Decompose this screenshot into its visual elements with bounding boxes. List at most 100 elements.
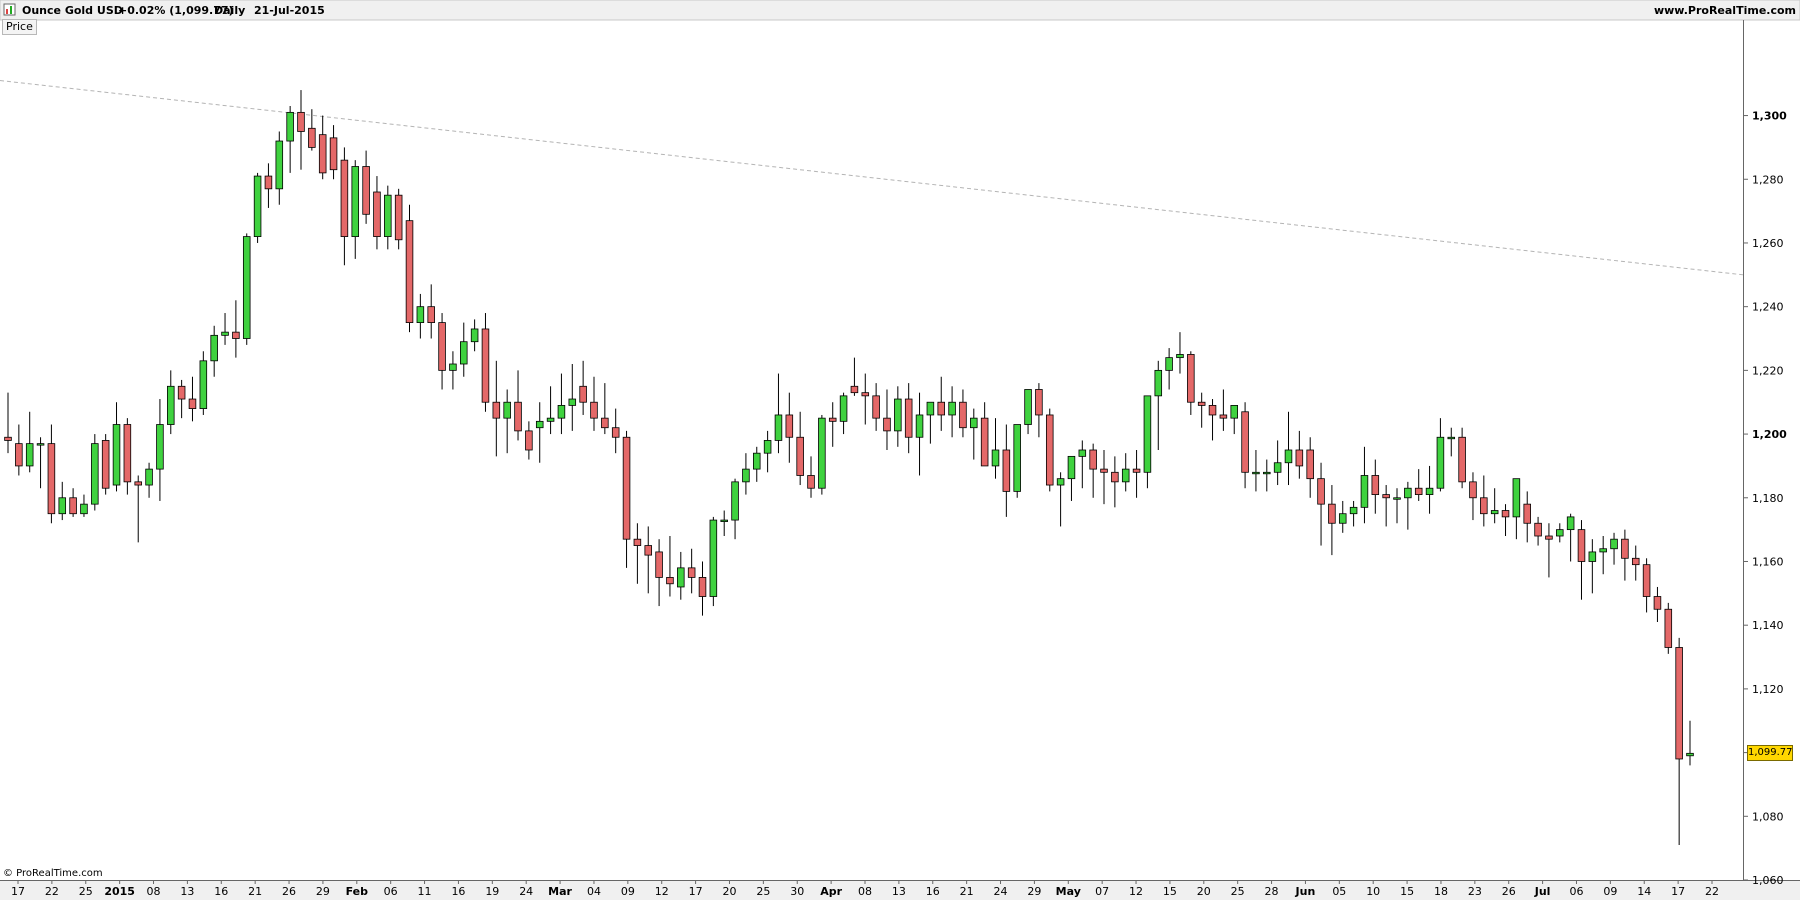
candle-body-up: [36, 443, 45, 446]
price-tick-label: 1,240: [1752, 301, 1784, 314]
candle-body-down: [481, 328, 490, 403]
candle-body-up: [199, 360, 208, 409]
price-tick-label: 1,280: [1752, 173, 1784, 186]
candle-body-up: [1425, 487, 1434, 495]
date-tick-label: 25: [1231, 885, 1245, 898]
candle-body-up: [1284, 449, 1293, 464]
date-tick-label: 17: [11, 885, 25, 898]
candle-body-up: [91, 443, 99, 505]
candle-body-up: [1393, 497, 1401, 500]
candle-body-down: [872, 395, 880, 419]
date-tick-label: 25: [756, 885, 770, 898]
candle-body-down: [1653, 596, 1662, 610]
candle-body-up: [1447, 436, 1456, 440]
price-tick-label: 1,060: [1752, 874, 1784, 887]
candle-body-down: [828, 417, 837, 422]
candle-body-down: [1382, 494, 1390, 499]
candle-body-down: [904, 398, 913, 438]
candle-body-down: [1208, 405, 1217, 416]
candle-body-up: [1490, 510, 1499, 515]
candle-body-down: [1675, 647, 1683, 760]
candle-body-up: [416, 306, 425, 323]
date-tick-label: 16: [451, 885, 465, 898]
candle-body-up: [449, 363, 457, 371]
candle-body-down: [264, 175, 273, 190]
date-tick-label: 13: [180, 885, 194, 898]
price-chart[interactable]: Ounce Gold USD +0.02% (1,099.77) Daily 2…: [0, 0, 1800, 900]
candle-body-down: [1631, 557, 1640, 566]
candle-body-down: [1545, 535, 1553, 540]
date-tick-label: 20: [1197, 885, 1211, 898]
candle-body-up: [1078, 449, 1087, 457]
candle-body-down: [525, 430, 533, 451]
candle-body-up: [1154, 369, 1163, 397]
candle-body-down: [1414, 487, 1423, 495]
date-tick-label: Jul: [1534, 885, 1551, 898]
candle-body-down: [394, 194, 403, 241]
candle-body-down: [1187, 354, 1195, 403]
candle-body-down: [1534, 522, 1542, 537]
candle-body-down: [861, 392, 870, 397]
date-tick-label: 04: [587, 885, 601, 898]
candle-body-up: [1512, 478, 1521, 518]
candle-body-up: [1165, 357, 1173, 371]
candle-body-up: [460, 341, 468, 365]
candle-body-up: [557, 405, 566, 419]
date-tick-label: 15: [1163, 885, 1177, 898]
candle-body-down: [4, 436, 12, 441]
candle-body-down: [611, 427, 620, 438]
candle-body-down: [1621, 538, 1629, 559]
resistance-trendline: [0, 80, 1744, 276]
candle-body-down: [101, 440, 110, 489]
chart-icon-bar-red: [6, 9, 8, 14]
date-tick-label: 07: [1095, 885, 1109, 898]
candle-body-up: [1263, 471, 1271, 475]
candle-body-up: [1599, 548, 1607, 553]
date-tick-label: 24: [519, 885, 533, 898]
candle-body-up: [742, 468, 750, 483]
price-tick-label: 1,140: [1752, 619, 1784, 632]
candle-body-down: [427, 306, 435, 323]
date-tick-label: 15: [1400, 885, 1414, 898]
copyright-label: © ProRealTime.com: [3, 868, 103, 879]
date-tick-label: 18: [1434, 885, 1448, 898]
candle-body-down: [318, 134, 327, 174]
candle-body-down: [1045, 414, 1054, 486]
date-tick-label: 22: [45, 885, 59, 898]
candle-body-down: [69, 497, 77, 515]
date-tick-label: 21: [248, 885, 262, 898]
candle-body-down: [1577, 529, 1586, 562]
candle-body-up: [948, 401, 956, 416]
candle-body-down: [514, 401, 522, 432]
date-tick-label: 12: [655, 885, 669, 898]
candle-body-down: [438, 322, 446, 371]
candle-body-down: [1111, 471, 1119, 483]
candle-body-up: [1686, 752, 1694, 757]
candle-body-down: [329, 137, 338, 171]
candle-body-up: [1056, 478, 1065, 486]
candle-body-down: [633, 538, 642, 546]
candle-body-up: [1349, 506, 1358, 515]
price-tick-label: 1,180: [1752, 492, 1784, 505]
price-panel-button[interactable]: Price: [2, 19, 37, 35]
candle-body-down: [687, 567, 696, 578]
date-tick-label: 25: [79, 885, 93, 898]
candle-body-down: [1480, 497, 1488, 515]
site-link[interactable]: www.ProRealTime.com: [1654, 4, 1796, 17]
candle-body-down: [297, 111, 305, 132]
date-tick-label: 08: [858, 885, 872, 898]
candle-body-up: [546, 417, 555, 422]
candle-body-up: [763, 440, 772, 454]
candle-body-down: [1132, 468, 1141, 473]
candle-body-down: [666, 577, 674, 585]
candle-body-down: [1219, 414, 1228, 419]
date-tick-label: 19: [485, 885, 499, 898]
price-tick-label: 1,300: [1752, 110, 1787, 123]
instrument-title: Ounce Gold USD: [22, 4, 123, 17]
date-tick-label: 22: [1705, 885, 1719, 898]
candle-body-up: [731, 481, 739, 521]
candle-body-up: [470, 328, 479, 343]
candle-body-down: [590, 401, 598, 419]
last-price-badge: 1,099.77: [1747, 745, 1793, 762]
candle-body-up: [384, 194, 392, 237]
